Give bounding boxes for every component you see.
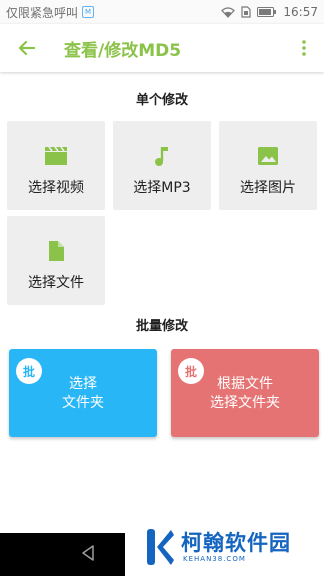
video-clapper-icon [44,143,68,169]
music-note-icon [154,143,170,169]
status-time: 16:57 [283,5,318,19]
batch-card-label: 选择 文件夹 [9,375,157,413]
image-icon [257,143,279,169]
sim-icon [241,6,252,18]
notification-badge-icon: M [82,6,95,18]
select-mp3-tile[interactable]: 选择MP3 [113,121,211,210]
watermark-text: 柯翰软件园 KEHAN38.COM [181,531,291,563]
tile-label: 选择MP3 [133,180,191,196]
battery-icon [257,7,277,17]
batch-section-title: 批量修改 [135,319,188,334]
file-icon [47,238,65,264]
page-title: 查看/修改MD5 [64,40,182,61]
status-right: 16:57 [221,5,318,19]
select-image-tile[interactable]: 选择图片 [219,121,317,210]
batch-card-line1: 选择 [69,376,97,392]
watermark-url: KEHAN38.COM [183,555,246,563]
back-button[interactable] [0,24,52,72]
watermark: 柯翰软件园 KEHAN38.COM [125,518,324,576]
batch-select-folder-by-file-card[interactable]: 批 根据文件 选择文件夹 [171,349,319,437]
watermark-name: 柯翰软件园 [181,531,291,555]
status-left: 仅限紧急呼叫 M [6,4,95,21]
batch-select-folder-card[interactable]: 批 选择 文件夹 [9,349,157,437]
batch-card-label: 根据文件 选择文件夹 [171,375,319,413]
tile-label: 选择文件 [28,275,84,291]
select-video-tile[interactable]: 选择视频 [7,121,105,210]
app-bar: 查看/修改MD5 [0,24,324,72]
tile-label: 选择视频 [28,180,84,196]
arrow-back-icon [18,40,35,56]
kehan-logo-icon [147,529,174,565]
nav-back-icon[interactable] [80,544,96,562]
carrier-text: 仅限紧急呼叫 [6,5,79,20]
select-file-tile[interactable]: 选择文件 [7,216,105,305]
batch-card-line1: 根据文件 [217,376,273,392]
single-section-title: 单个修改 [135,93,188,108]
batch-card-line2: 选择文件夹 [210,395,280,411]
tile-label: 选择图片 [240,180,296,196]
batch-card-line2: 文件夹 [62,395,104,411]
status-bar: 仅限紧急呼叫 M 16:57 [0,0,324,24]
more-vert-icon [302,40,306,56]
overflow-menu-button[interactable] [284,24,324,72]
wifi-icon [221,6,236,18]
